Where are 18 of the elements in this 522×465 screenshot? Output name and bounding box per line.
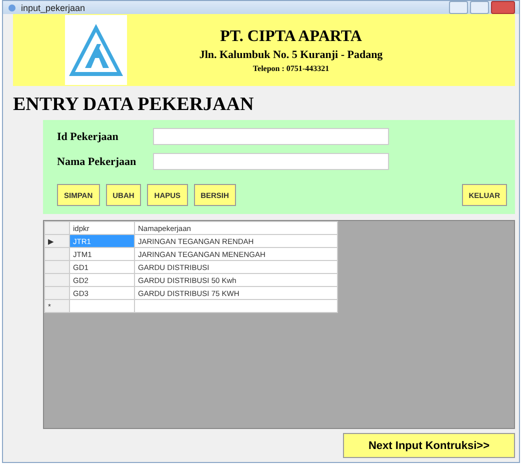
app-icon — [7, 4, 17, 12]
next-button[interactable]: Next Input Kontruksi>> — [343, 433, 515, 458]
window-title: input_pekerjaan — [21, 2, 86, 12]
row-header[interactable] — [44, 248, 70, 260]
row-header[interactable] — [44, 260, 70, 274]
minimize-button[interactable] — [449, 1, 468, 14]
company-name: PT. CIPTA APARTA — [220, 28, 362, 46]
row-header[interactable] — [44, 274, 70, 286]
row-header[interactable] — [44, 286, 70, 300]
maximize-button[interactable] — [470, 1, 489, 14]
field-label: Id Pekerjaan — [57, 130, 120, 142]
company-phone: Telepon : 0751-443321 — [252, 64, 330, 72]
field-label: Nama Pekerjaan — [57, 156, 138, 168]
close-button[interactable] — [491, 1, 515, 14]
company-address: Jln. Kalumbuk No. 5 Kuranji - Padang — [199, 48, 383, 60]
page-heading: ENTRY DATA PEKERJAAN — [13, 94, 255, 116]
input-field[interactable] — [153, 153, 389, 170]
input-field[interactable] — [153, 128, 389, 145]
